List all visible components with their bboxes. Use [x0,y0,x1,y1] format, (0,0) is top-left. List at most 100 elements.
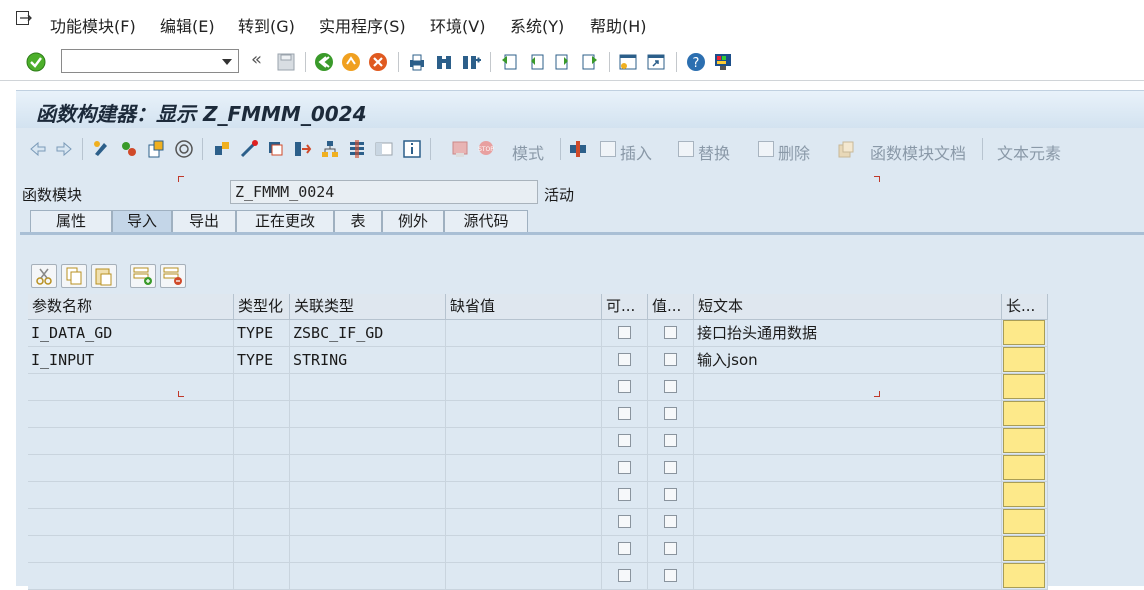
expand-toolbar-icon[interactable]: « [251,49,262,70]
help-icon[interactable]: ? [686,52,706,72]
cell-short-text[interactable] [694,428,1002,455]
tab-export[interactable]: 导出 [172,210,236,232]
cell-parameter-name[interactable] [28,509,234,536]
cell-default-value[interactable] [446,455,602,482]
new-session-icon[interactable] [618,52,638,72]
optional-checkbox[interactable] [618,407,631,420]
cell-short-text[interactable] [694,401,1002,428]
header-short-text[interactable]: 短文本 [694,294,1002,320]
cell-typing[interactable] [234,401,290,428]
back-icon[interactable] [314,52,334,72]
cell-typing[interactable] [234,428,290,455]
cell-default-value[interactable] [446,401,602,428]
cell-associated-type[interactable] [290,374,446,401]
cell-parameter-name[interactable] [28,455,234,482]
cell-short-text[interactable]: 输入json [694,347,1002,374]
pass-value-checkbox[interactable] [664,380,677,393]
find-next-icon[interactable] [461,52,481,72]
menu-goto[interactable]: 转到(G) [238,13,295,37]
header-pass-value[interactable]: 值... [648,294,694,320]
cell-default-value[interactable] [446,428,602,455]
cell-default-value[interactable] [446,320,602,347]
arrow-left-icon[interactable] [28,139,48,159]
copy-button[interactable] [61,264,87,288]
pass-value-checkbox[interactable] [664,569,677,582]
cell-default-value[interactable] [446,509,602,536]
long-text-button[interactable] [1003,482,1045,507]
previous-page-icon[interactable] [526,52,546,72]
cell-parameter-name[interactable] [28,482,234,509]
long-text-button[interactable] [1003,401,1045,426]
cell-default-value[interactable] [446,482,602,509]
optional-checkbox[interactable] [618,569,631,582]
menu-edit[interactable]: 编辑(E) [160,13,215,37]
long-text-button[interactable] [1003,509,1045,534]
long-text-button[interactable] [1003,455,1045,480]
cell-short-text[interactable]: 接口抬头通用数据 [694,320,1002,347]
function-module-field[interactable]: Z_FMMM_0024 [230,180,538,204]
menu-icon[interactable] [16,11,32,25]
tab-source-code[interactable]: 源代码 [444,210,528,232]
header-typing[interactable]: 类型化 [234,294,290,320]
tab-changing[interactable]: 正在更改 [236,210,334,232]
optional-checkbox[interactable] [618,353,631,366]
paste-button[interactable] [91,264,117,288]
cell-default-value[interactable] [446,374,602,401]
optional-checkbox[interactable] [618,515,631,528]
long-text-button[interactable] [1003,563,1045,588]
tab-attributes[interactable]: 属性 [30,210,112,232]
print-icon[interactable] [407,52,427,72]
last-page-icon[interactable] [580,52,600,72]
optional-checkbox[interactable] [618,461,631,474]
layout-icon[interactable] [374,139,394,159]
pass-value-checkbox[interactable] [664,326,677,339]
other-object-icon[interactable] [146,139,166,159]
cell-typing[interactable]: TYPE [234,347,290,374]
cut-button[interactable] [31,264,57,288]
info-icon[interactable] [402,139,422,159]
cell-parameter-name[interactable] [28,428,234,455]
save-icon[interactable] [276,52,296,72]
header-optional[interactable]: 可... [602,294,648,320]
display-change-icon[interactable] [92,139,112,159]
insert-row-button[interactable] [130,264,156,288]
next-page-icon[interactable] [553,52,573,72]
cell-associated-type[interactable] [290,401,446,428]
delete-row-button[interactable] [160,264,186,288]
optional-checkbox[interactable] [618,488,631,501]
test-icon[interactable] [239,139,259,159]
cell-typing[interactable] [234,374,290,401]
cell-parameter-name[interactable] [28,536,234,563]
menu-system[interactable]: 系统(Y) [510,13,564,37]
header-default-value[interactable]: 缺省值 [446,294,602,320]
cell-associated-type[interactable] [290,428,446,455]
menu-environment[interactable]: 环境(V) [430,13,485,37]
long-text-button[interactable] [1003,347,1045,372]
cell-short-text[interactable] [694,374,1002,401]
cell-typing[interactable] [234,455,290,482]
cell-default-value[interactable] [446,536,602,563]
pass-value-checkbox[interactable] [664,434,677,447]
shortcut-icon[interactable] [646,52,666,72]
cell-typing[interactable] [234,536,290,563]
cell-associated-type[interactable]: ZSBC_IF_GD [290,320,446,347]
long-text-button[interactable] [1003,374,1045,399]
cell-parameter-name[interactable] [28,374,234,401]
long-text-button[interactable] [1003,320,1045,345]
pass-value-checkbox[interactable] [664,353,677,366]
tab-import[interactable]: 导入 [112,210,172,232]
navigate-icon[interactable] [293,139,313,159]
arrow-right-icon[interactable] [54,139,74,159]
chevron-down-icon[interactable] [222,59,232,65]
cell-short-text[interactable] [694,509,1002,536]
header-long-text[interactable]: 长... [1002,294,1048,320]
pass-value-checkbox[interactable] [664,542,677,555]
pass-value-checkbox[interactable] [664,515,677,528]
insert-function-icon[interactable] [568,139,588,159]
cell-associated-type[interactable]: STRING [290,347,446,374]
optional-checkbox[interactable] [618,542,631,555]
tab-exceptions[interactable]: 例外 [382,210,444,232]
menu-utilities[interactable]: 实用程序(S) [319,13,406,37]
exit-icon[interactable] [341,52,361,72]
cell-parameter-name[interactable]: I_INPUT [28,347,234,374]
